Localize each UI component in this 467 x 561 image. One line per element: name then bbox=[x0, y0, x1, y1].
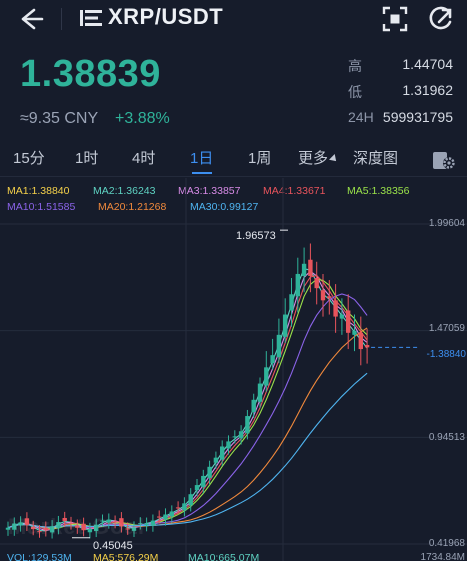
candlestick-chart[interactable] bbox=[0, 0, 467, 561]
candle-body bbox=[182, 503, 187, 511]
volume-label: VOL:129.53M bbox=[7, 552, 72, 561]
candle-body bbox=[144, 523, 149, 526]
candle-body bbox=[320, 290, 326, 301]
current-price-value: 1.38840 bbox=[429, 349, 466, 360]
ma3-line bbox=[7, 270, 368, 531]
candle-body bbox=[358, 332, 363, 350]
candle-body bbox=[201, 475, 206, 488]
candle-body bbox=[150, 520, 156, 526]
chart-marks bbox=[72, 229, 418, 539]
candle-body bbox=[333, 300, 338, 317]
candle-body bbox=[364, 344, 370, 348]
y-axis-label-1: 1.99604 bbox=[428, 218, 465, 229]
candle-body bbox=[238, 431, 244, 439]
ma2-line bbox=[7, 268, 368, 532]
high-annotation: 1.96573 bbox=[236, 230, 276, 242]
candle-body bbox=[314, 278, 319, 289]
candle-body bbox=[283, 314, 288, 337]
candles bbox=[5, 243, 370, 539]
volume-ma10-label: MA10:665.07M bbox=[188, 552, 260, 561]
candle-body bbox=[226, 441, 231, 449]
ma5-line bbox=[7, 278, 368, 530]
candle-body bbox=[207, 466, 212, 478]
candle-body bbox=[232, 436, 237, 438]
candle-body bbox=[308, 259, 313, 276]
candle-body bbox=[194, 485, 200, 491]
chart-grid bbox=[0, 178, 467, 561]
candle-body bbox=[257, 383, 263, 402]
candle-body bbox=[327, 296, 332, 299]
watermark: Market Goal bbox=[8, 514, 145, 539]
candle-body bbox=[245, 416, 250, 434]
current-price-label: -1.38840 bbox=[426, 349, 467, 360]
ma10-line bbox=[7, 293, 368, 529]
candle-body bbox=[339, 314, 345, 319]
candle-body bbox=[301, 263, 307, 276]
candle-body bbox=[220, 446, 225, 460]
candle-body bbox=[213, 457, 219, 463]
candle-body bbox=[352, 330, 357, 335]
y-axis-label-3: 0.94513 bbox=[428, 432, 465, 443]
candle-body bbox=[270, 355, 275, 364]
ma4-line bbox=[7, 274, 368, 530]
candle-body bbox=[169, 511, 174, 517]
candle-body bbox=[289, 294, 294, 311]
ma20-line bbox=[7, 327, 368, 529]
candle-body bbox=[295, 273, 300, 297]
candle-body bbox=[251, 399, 256, 412]
y-axis-label-2: 1.47059 bbox=[428, 323, 465, 334]
candle-body bbox=[264, 367, 269, 386]
candle-body bbox=[276, 334, 282, 358]
candle-body bbox=[175, 507, 181, 509]
volume-ma5-label: MA5:576.29M bbox=[93, 552, 159, 561]
low-annotation: 0.45045 bbox=[93, 540, 133, 552]
y-axis-label-4: 0.41968 bbox=[428, 538, 465, 549]
volume-axis-label: 1734.84M bbox=[420, 552, 465, 561]
candle-body bbox=[346, 310, 351, 333]
ma-lines bbox=[7, 268, 368, 532]
candle-body bbox=[157, 516, 162, 518]
candle-body bbox=[163, 514, 168, 520]
candle-body bbox=[188, 494, 193, 506]
